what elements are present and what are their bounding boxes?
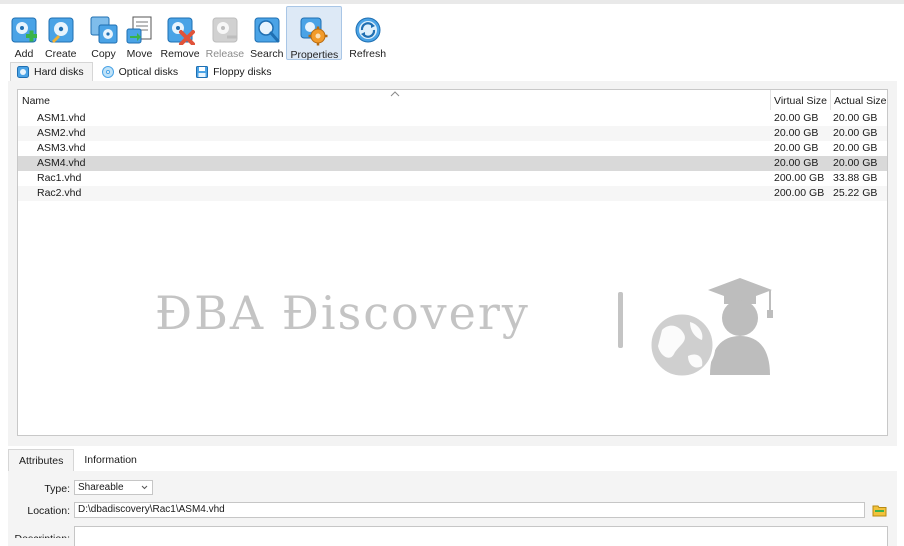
watermark-divider [618, 292, 623, 348]
location-label: Location: [27, 505, 70, 517]
virtual-size: 20.00 GB [774, 112, 819, 124]
copy-button[interactable]: Copy [86, 6, 122, 60]
disk-name: ASM1.vhd [37, 112, 86, 124]
create-disk-icon [46, 15, 76, 45]
properties-gear-icon [299, 16, 329, 46]
actual-size: 20.00 GB [833, 157, 878, 169]
table-row[interactable]: Rac2.vhd 200.00 GB 25.22 GB [18, 186, 887, 201]
type-select-value: Shareable [78, 482, 124, 493]
disk-name: ASM3.vhd [37, 142, 86, 154]
tab-hard-disks-label: Hard disks [34, 66, 84, 78]
disk-name: ASM4.vhd [37, 157, 86, 169]
refresh-button-label: Refresh [349, 48, 387, 60]
column-separator[interactable] [830, 90, 831, 110]
disk-name: ASM2.vhd [37, 127, 86, 139]
tab-floppy-disks[interactable]: Floppy disks [189, 62, 280, 81]
table-header: Name Virtual Size Actual Size [18, 90, 887, 110]
description-label: Description: [2, 528, 70, 538]
type-select[interactable]: Shareable [74, 480, 153, 495]
properties-button-label: Properties [290, 49, 339, 61]
location-value: D:\dbadiscovery\Rac1\ASM4.vhd [78, 504, 225, 515]
disk-name: Rac2.vhd [37, 187, 82, 199]
description-field[interactable] [74, 526, 888, 546]
virtual-size: 20.00 GB [774, 142, 819, 154]
release-button[interactable]: Release [203, 6, 248, 60]
remove-button-label: Remove [160, 48, 200, 60]
column-header-virtual-size[interactable]: Virtual Size [774, 90, 827, 110]
browse-folder-icon[interactable] [872, 503, 887, 517]
virtual-size: 200.00 GB [774, 172, 825, 184]
remove-disk-icon [165, 15, 196, 46]
add-disk-icon [9, 15, 39, 45]
move-button[interactable]: Move [122, 6, 158, 60]
watermark-text: ÐBA Ðiscovery [155, 286, 530, 340]
table-row[interactable]: ASM1.vhd 20.00 GB 20.00 GB [18, 111, 887, 126]
column-header-actual-size[interactable]: Actual Size [834, 90, 887, 110]
actual-size: 25.22 GB [833, 187, 878, 199]
watermark: ÐBA Ðiscovery [155, 270, 795, 380]
toolbar: Add Create Copy Move Remove Release Sear… [0, 6, 904, 64]
tab-optical-disks[interactable]: Optical disks [95, 62, 188, 81]
tab-attributes[interactable]: Attributes [8, 449, 75, 471]
create-button-label: Create [45, 48, 77, 60]
details-tabs: Attributes Information [8, 449, 147, 471]
optical-disk-icon [101, 66, 114, 78]
type-label: Type: [44, 483, 70, 495]
table-row[interactable]: Rac1.vhd 200.00 GB 33.88 GB [18, 171, 887, 186]
column-header-name[interactable]: Name [22, 90, 50, 110]
table-row[interactable]: ASM3.vhd 20.00 GB 20.00 GB [18, 141, 887, 156]
window-top-band [0, 0, 904, 4]
search-disk-icon [252, 15, 282, 45]
add-button-label: Add [14, 48, 34, 60]
disk-type-tabs: Hard disks Optical disks Floppy disks [10, 62, 283, 81]
refresh-icon [353, 15, 383, 45]
column-separator[interactable] [770, 90, 771, 110]
actual-size: 20.00 GB [833, 142, 878, 154]
virtual-size: 200.00 GB [774, 187, 825, 199]
virtual-size: 20.00 GB [774, 157, 819, 169]
tab-information[interactable]: Information [74, 449, 147, 471]
actual-size: 20.00 GB [833, 127, 878, 139]
properties-button[interactable]: Properties [286, 6, 343, 61]
search-button-label: Search [250, 48, 284, 60]
actual-size: 33.88 GB [833, 172, 878, 184]
table-row[interactable]: ASM2.vhd 20.00 GB 20.00 GB [18, 126, 887, 141]
hard-disk-table[interactable]: Name Virtual Size Actual Size ASM1.vhd 2… [17, 89, 888, 436]
virtual-size: 20.00 GB [774, 127, 819, 139]
tab-floppy-disks-label: Floppy disks [213, 66, 272, 78]
add-button[interactable]: Add [6, 6, 42, 60]
release-disk-icon [210, 15, 240, 45]
actual-size: 20.00 GB [833, 112, 878, 124]
disk-name: Rac1.vhd [37, 172, 82, 184]
remove-button[interactable]: Remove [158, 6, 203, 60]
table-row-selected[interactable]: ASM4.vhd 20.00 GB 20.00 GB [18, 156, 887, 171]
location-field[interactable]: D:\dbadiscovery\Rac1\ASM4.vhd [74, 502, 865, 518]
release-button-label: Release [205, 48, 245, 60]
sort-ascending-icon [390, 91, 400, 97]
hard-disk-icon [17, 66, 29, 78]
chevron-down-icon [141, 485, 148, 490]
move-disk-icon [125, 15, 155, 45]
copy-button-label: Copy [91, 48, 116, 60]
create-button[interactable]: Create [42, 6, 80, 60]
move-button-label: Move [126, 48, 153, 60]
table-rows: ASM1.vhd 20.00 GB 20.00 GB ASM2.vhd 20.0… [18, 111, 887, 201]
floppy-disk-icon [196, 66, 209, 78]
graduate-globe-logo-icon [648, 278, 773, 379]
tab-optical-disks-label: Optical disks [118, 66, 179, 78]
copy-disk-icon [89, 15, 119, 45]
refresh-button[interactable]: Refresh [346, 6, 389, 60]
tab-hard-disks[interactable]: Hard disks [10, 62, 93, 81]
search-button[interactable]: Search [247, 6, 286, 60]
